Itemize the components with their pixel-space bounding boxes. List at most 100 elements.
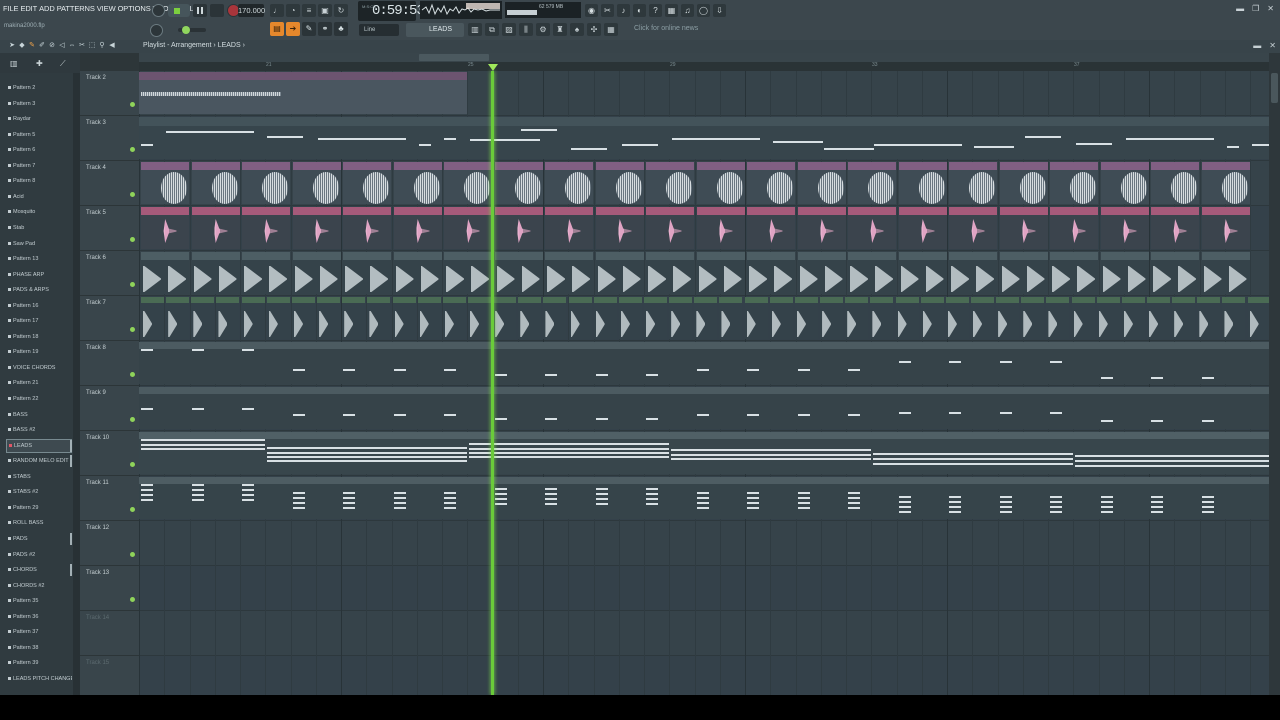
hat-clip[interactable] [1021, 297, 1045, 339]
kick-clip[interactable]: HA_01 [1100, 252, 1149, 294]
online-news-link[interactable]: Click for online news [634, 25, 698, 32]
pattern-item[interactable]: PHASE ARP [6, 268, 72, 282]
pattern-item[interactable]: Pattern 13 [6, 252, 72, 266]
hat-clip[interactable] [820, 297, 844, 339]
hat-clip[interactable] [618, 297, 642, 339]
minimize-icon[interactable]: ▬ [1236, 4, 1244, 13]
song-position-time[interactable]: 0:59:53 [372, 3, 425, 19]
pattern-item[interactable]: LEADS [6, 438, 72, 453]
kick-clip[interactable]: HA_01 [1050, 252, 1098, 294]
pattern-item[interactable]: Pattern 22 [6, 392, 72, 406]
select-icon[interactable]: ⬚ [88, 42, 96, 50]
slider-handle[interactable] [182, 26, 190, 34]
hat-clip[interactable] [1071, 297, 1095, 339]
track-header[interactable]: Track 2 [80, 71, 139, 116]
pattern-item[interactable]: BASS #2 [6, 423, 72, 437]
clap-clip[interactable]: VT_HandClap [1151, 207, 1199, 249]
clap-clip[interactable]: VT_HandClap [343, 207, 391, 249]
cpu-icon[interactable]: ◉ [585, 4, 598, 17]
hat-clip[interactable] [191, 297, 215, 339]
timeline-ruler[interactable]: 212529333741 [139, 62, 1280, 71]
pattern-item[interactable]: Pattern 5 [6, 128, 72, 142]
kick-clip[interactable]: HA_01 [898, 252, 947, 294]
track-led-icon[interactable] [130, 462, 135, 467]
track-led-icon[interactable] [130, 372, 135, 377]
hat-clip[interactable] [945, 297, 969, 339]
wait-input-icon[interactable]: ◔ [286, 4, 300, 17]
hat-clip[interactable] [1046, 297, 1070, 339]
hat-clip[interactable] [568, 297, 592, 339]
hat-clip[interactable] [367, 297, 391, 339]
hat-clip[interactable] [719, 297, 743, 339]
menu-options[interactable]: OPTIONS [117, 4, 152, 13]
plugin-icon[interactable]: ♫ [681, 4, 694, 17]
arrow-icon[interactable]: ➤ [8, 42, 16, 50]
hat-clip[interactable] [291, 297, 315, 339]
track-led-icon[interactable] [130, 552, 135, 557]
link-icon[interactable]: ⚭ [318, 22, 332, 36]
track-led-icon[interactable] [130, 282, 135, 287]
vertical-scroll-thumb[interactable] [1271, 73, 1278, 103]
piano-roll-icon[interactable]: ⧉ [485, 23, 499, 36]
wand-icon[interactable]: ⟋ [60, 59, 66, 69]
hat-clip[interactable] [1197, 297, 1221, 339]
chords-clip[interactable]: CHORDS [139, 477, 1269, 519]
pattern-item[interactable]: Pattern 38 [6, 641, 72, 655]
master-volume-knob[interactable] [150, 23, 163, 37]
menu-patterns[interactable]: PATTERNS [56, 4, 96, 13]
help-icon[interactable]: ? [649, 4, 662, 17]
clap-clip[interactable]: VT_HandClap [1201, 207, 1250, 249]
hat-clip[interactable] [1222, 297, 1246, 339]
hat-clip[interactable] [870, 297, 894, 339]
chat-icon[interactable]: ◯ [697, 4, 710, 17]
download-icon[interactable]: ⇩ [713, 4, 726, 17]
horizontal-scrollbar[interactable] [139, 53, 1269, 62]
pattern-item[interactable]: Pattern 7 [6, 159, 72, 173]
pattern-item[interactable]: Acid [6, 190, 72, 204]
pattern-item[interactable]: ROLL BASS [6, 516, 72, 530]
clap-clip[interactable]: VT_HandClap [292, 207, 341, 249]
stabs-clip[interactable]: STABS [139, 387, 1269, 429]
pattern-item[interactable]: Pattern 2 [6, 81, 72, 95]
kick-clip[interactable]: HA_01 [292, 252, 341, 294]
pattern-item[interactable]: CHORDS [6, 563, 72, 577]
loop-record-icon[interactable]: ↻ [334, 4, 348, 17]
pattern-item[interactable]: LEADS PITCH CHANGE [6, 672, 72, 686]
playlist-icon[interactable]: ▤ [270, 22, 284, 36]
pause-button[interactable] [193, 4, 207, 17]
pattern-item[interactable]: Mosquito [6, 205, 72, 219]
kick-clip[interactable]: HA_01 [949, 252, 997, 294]
pattern-item[interactable]: Pattern 39 [6, 656, 72, 670]
clap-clip[interactable]: VT_HandClap [595, 207, 644, 249]
kick-clip[interactable]: HA_01 [595, 252, 644, 294]
delete-icon[interactable]: ⊘ [48, 42, 56, 50]
ha-clip[interactable]: HA_#2 [494, 162, 543, 204]
track-header[interactable]: Track 6 [80, 251, 139, 296]
master-pitch-slider[interactable] [178, 26, 206, 34]
ha-clip[interactable]: HA_#2 [1050, 162, 1098, 204]
clap-clip[interactable]: VT_HandClap [141, 207, 189, 249]
pattern-item[interactable]: CHORDS #2 [6, 579, 72, 593]
playlist-minimize-icon[interactable]: ▬ [1253, 41, 1261, 50]
project-icon[interactable]: ▦ [604, 23, 618, 36]
hat-clip[interactable] [518, 297, 542, 339]
close-icon[interactable]: ✕ [1267, 4, 1274, 13]
ha-clip[interactable]: HA_#2 [797, 162, 846, 204]
pattern-view-icon[interactable]: ▥ [10, 59, 18, 68]
speaker-icon[interactable]: ◀ [108, 42, 116, 50]
track-header[interactable]: Track 9 [80, 386, 139, 431]
stop-button[interactable] [210, 4, 224, 17]
track-header[interactable]: Track 11 [80, 476, 139, 521]
mute-icon[interactable]: ◁ [58, 42, 66, 50]
tempo-display[interactable]: 170.000 [238, 4, 265, 17]
track-header[interactable]: Track 13 [80, 566, 139, 611]
clap-clip[interactable]: VT_HandClap [898, 207, 947, 249]
touch-controller-icon[interactable]: ✣ [587, 23, 601, 36]
clap-clip[interactable]: VT_HandClap [949, 207, 997, 249]
ha-clip[interactable]: HA_#2 [1100, 162, 1149, 204]
kick-clip[interactable]: HA_01 [646, 252, 694, 294]
playlist-close-icon[interactable]: ✕ [1269, 41, 1276, 50]
track-led-icon[interactable] [130, 327, 135, 332]
clap-clip[interactable]: VT_HandClap [848, 207, 896, 249]
hat-clip[interactable] [769, 297, 793, 339]
